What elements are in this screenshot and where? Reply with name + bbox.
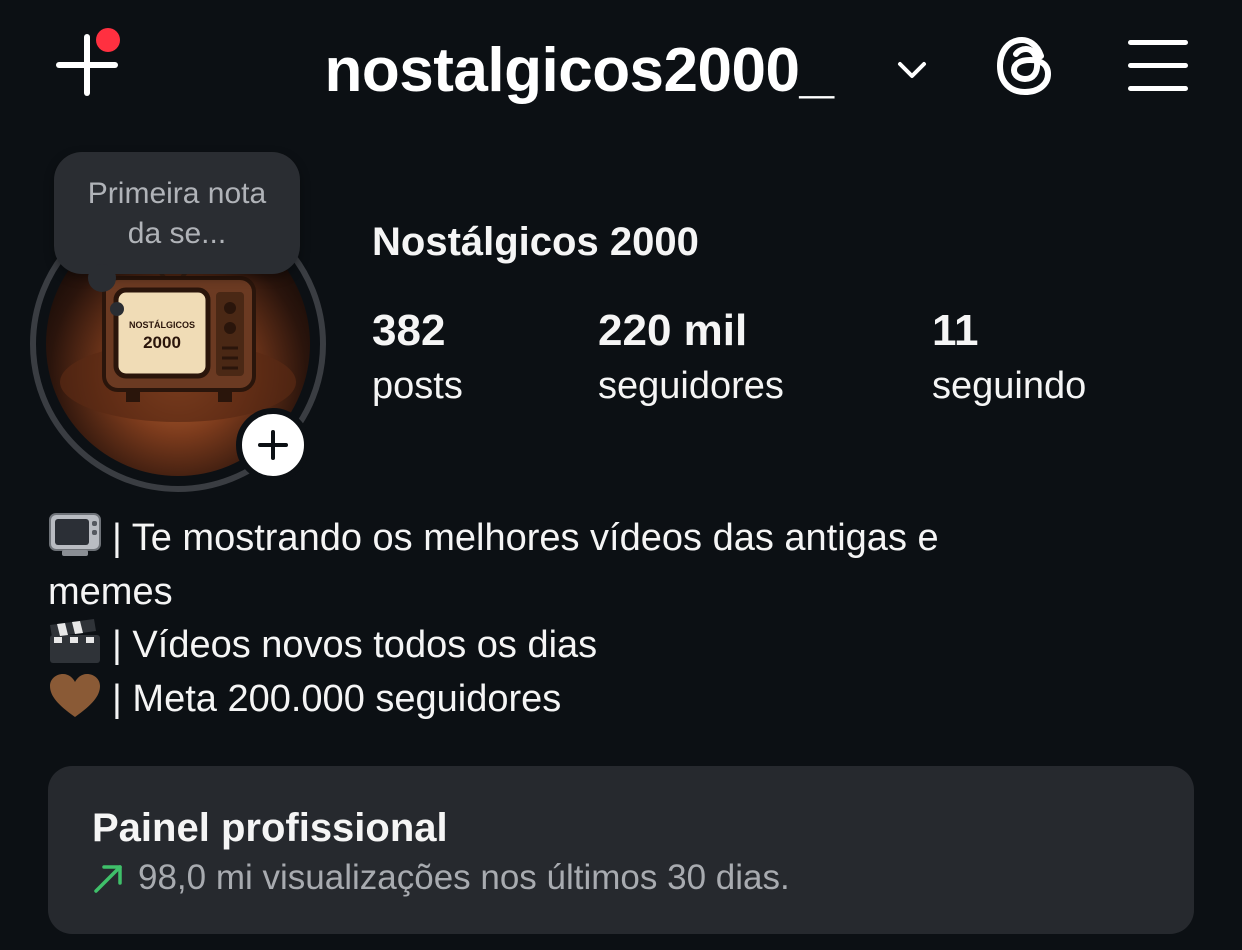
menu-bar — [1128, 86, 1188, 91]
clapperboard-icon — [50, 619, 100, 663]
stat-value: 220 mil — [598, 306, 748, 355]
avatar-logo-line2: 2000 — [143, 333, 181, 352]
bio-line: | Te mostrando os melhores vídeos das an… — [48, 512, 1208, 566]
tv-icon — [49, 513, 101, 556]
stat-posts[interactable]: 382 posts — [372, 304, 463, 414]
bio-line: | Meta 200.000 seguidores — [48, 673, 1208, 727]
trend-up-arrow-icon — [94, 865, 122, 893]
bio-line: | Vídeos novos todos os dias — [48, 619, 1208, 673]
note-text: Primeira nota da se... — [87, 177, 267, 250]
stat-value: 382 — [372, 306, 446, 355]
threads-button[interactable] — [992, 32, 1060, 100]
avatar-logo-line1: NOSTÁLGICOS — [129, 320, 195, 330]
stat-label: seguidores — [598, 365, 784, 407]
bio-line-text: | Vídeos novos todos os dias — [112, 624, 598, 666]
panel-summary-text: 98,0 mi visualizações nos últimos 30 dia… — [138, 858, 790, 897]
bio-line-text: memes — [48, 570, 173, 613]
bio-line-text: | Meta 200.000 seguidores — [112, 677, 562, 720]
display-name: Nostálgicos 2000 — [372, 220, 699, 264]
bio-line-text: | Te mostrando os melhores vídeos das an… — [112, 517, 939, 559]
threads-icon — [996, 36, 1052, 96]
bio: | Te mostrando os melhores vídeos das an… — [48, 512, 1208, 726]
stat-following[interactable]: 11 seguindo — [932, 304, 1086, 414]
menu-button[interactable] — [1122, 36, 1194, 96]
professional-dashboard-panel[interactable]: Painel profissional 98,0 mi visualizaçõe… — [48, 766, 1194, 934]
panel-title: Painel profissional — [92, 806, 448, 850]
brown-heart-icon — [50, 673, 100, 717]
stat-label: posts — [372, 365, 463, 407]
panel-summary: 98,0 mi visualizações nos últimos 30 dia… — [92, 858, 790, 898]
stat-followers[interactable]: 220 mil seguidores — [598, 304, 784, 414]
menu-bar — [1128, 40, 1188, 45]
add-story-button[interactable] — [236, 408, 310, 482]
stat-label: seguindo — [932, 365, 1087, 407]
note-bubble-tail — [110, 302, 124, 316]
plus-icon — [258, 430, 288, 460]
username: nostalgicos2000_ — [324, 35, 834, 105]
note-bubble[interactable]: Primeira nota da se... — [54, 152, 300, 274]
chevron-down-icon[interactable] — [892, 50, 932, 90]
stat-value: 11 — [932, 306, 979, 355]
menu-bar — [1128, 63, 1188, 68]
bio-line: memes — [48, 566, 1208, 620]
note-bubble-tail — [88, 264, 116, 292]
